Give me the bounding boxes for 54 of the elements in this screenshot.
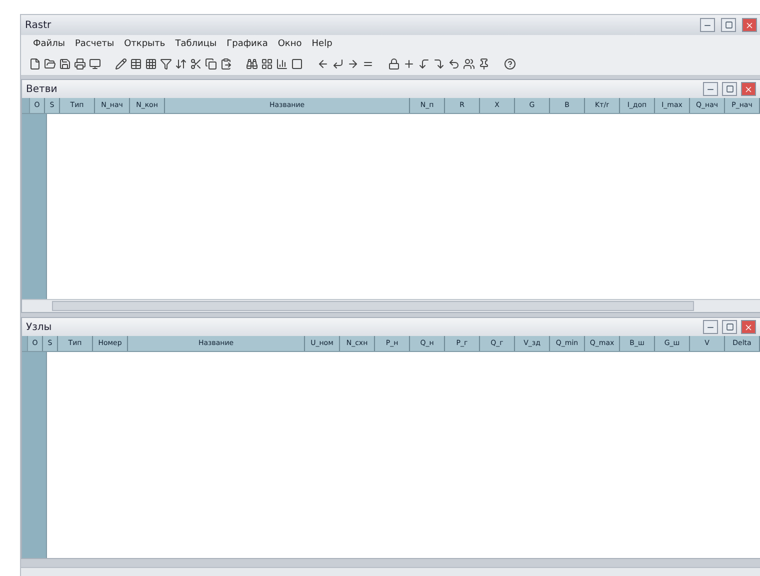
- minimize-button[interactable]: [703, 320, 718, 334]
- menu-item[interactable]: Графика: [226, 39, 268, 49]
- maximize-button[interactable]: [722, 320, 737, 334]
- paste-icon[interactable]: [220, 58, 232, 70]
- new-file-icon[interactable]: [29, 58, 41, 70]
- arrow-right-icon[interactable]: [347, 58, 359, 70]
- minimize-button[interactable]: [700, 18, 715, 32]
- bar-chart-icon[interactable]: [276, 58, 288, 70]
- close-button[interactable]: [741, 82, 756, 96]
- close-icon: [745, 20, 754, 30]
- minimize-button[interactable]: [703, 82, 718, 96]
- menu-item[interactable]: Таблицы: [175, 39, 217, 49]
- users-icon[interactable]: [463, 58, 475, 70]
- sort-icon[interactable]: [175, 58, 187, 70]
- menu-item[interactable]: Окно: [278, 39, 302, 49]
- close-icon: [744, 84, 753, 94]
- lock-icon[interactable]: [388, 58, 400, 70]
- maximize-button[interactable]: [722, 82, 737, 96]
- corner-down-icon[interactable]: [433, 58, 445, 70]
- layout-icon[interactable]: [261, 58, 273, 70]
- printer-icon[interactable]: [74, 58, 86, 70]
- maximize-icon: [726, 323, 734, 331]
- undo-icon[interactable]: [448, 58, 460, 70]
- folder-icon[interactable]: [44, 58, 56, 70]
- pin-icon[interactable]: [478, 58, 490, 70]
- window-title: Rastr: [25, 20, 52, 30]
- maximize-button[interactable]: [721, 18, 736, 32]
- maximize-icon: [726, 85, 734, 93]
- window-title: Ветви: [26, 84, 58, 94]
- table-icon[interactable]: [130, 58, 142, 70]
- plus-icon[interactable]: [403, 58, 415, 70]
- corner-arrow-icon[interactable]: [332, 58, 344, 70]
- menu-item[interactable]: Help: [312, 39, 332, 49]
- menu-item[interactable]: Файлы: [33, 39, 65, 49]
- scissors-icon[interactable]: [190, 58, 202, 70]
- menu-item[interactable]: Открыть: [124, 39, 166, 49]
- help-icon[interactable]: [504, 58, 516, 70]
- menu-item[interactable]: Расчеты: [74, 39, 114, 49]
- copy-icon[interactable]: [205, 58, 217, 70]
- corner-down-icon[interactable]: [418, 58, 430, 70]
- pencil-icon[interactable]: [115, 58, 127, 70]
- save-icon[interactable]: [59, 58, 71, 70]
- window-title: Узлы: [26, 322, 53, 332]
- arrow-left-icon[interactable]: [317, 58, 329, 70]
- binoculars-icon[interactable]: [246, 58, 258, 70]
- monitor-icon[interactable]: [89, 58, 101, 70]
- close-icon: [744, 322, 753, 332]
- close-button[interactable]: [742, 18, 757, 32]
- maximize-icon: [724, 21, 732, 29]
- square-icon[interactable]: [291, 58, 303, 70]
- grid-icon[interactable]: [145, 58, 157, 70]
- filter-icon[interactable]: [160, 58, 172, 70]
- close-button[interactable]: [741, 320, 756, 334]
- horizontal-scrollbar[interactable]: [22, 299, 760, 312]
